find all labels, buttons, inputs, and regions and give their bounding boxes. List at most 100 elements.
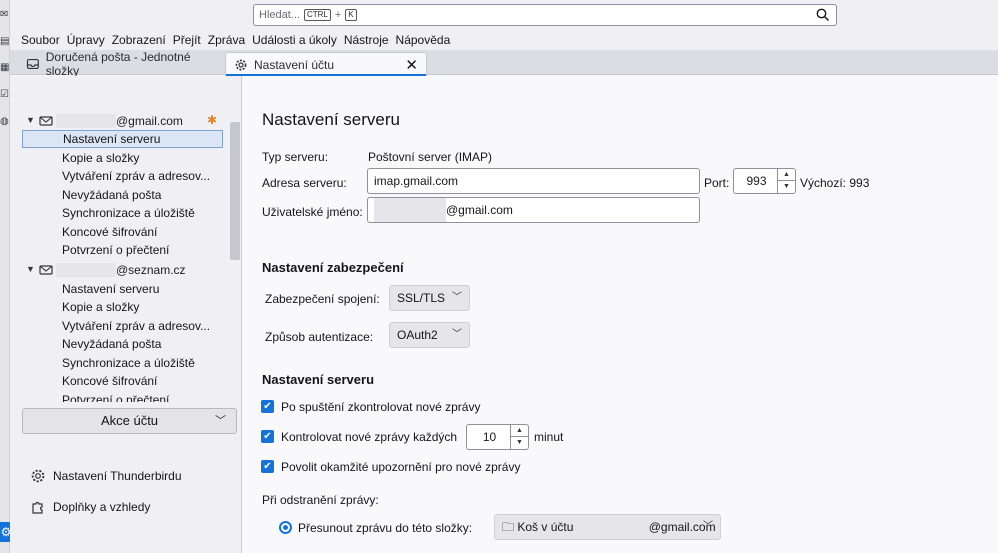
tree-item-composition[interactable]: Vytváření zpráv a adresov... [22, 167, 223, 185]
tree-item-receipts[interactable]: Potvrzení o přečtení [22, 241, 223, 259]
default-port: Výchozí: 993 [800, 176, 870, 190]
global-search-input[interactable]: Hledat... CTRL + K [253, 4, 837, 26]
addons-themes-label: Doplňky a vzhledy [53, 500, 151, 514]
account-name: xxxxxxxxxx@seznam.cz [56, 263, 186, 277]
tree-item-server-settings[interactable]: Nastavení serveru [22, 280, 223, 298]
address-book-icon[interactable]: ▤ [0, 36, 10, 48]
mail-account-icon [39, 116, 53, 126]
tab-inbox[interactable]: Doručená pošta - Jednotné složky [18, 49, 224, 78]
menu-message[interactable]: Zpráva [208, 33, 245, 47]
folder-icon: 🗀 [502, 520, 515, 534]
connection-security-value: SSL/TLS [397, 291, 446, 305]
server-address-input[interactable]: imap.gmail.com [367, 168, 700, 194]
check-on-startup-label[interactable]: Po spuštění zkontrolovat nové zprávy [281, 400, 480, 414]
tree-item-junk[interactable]: Nevyžádaná pošta [22, 335, 223, 353]
account-actions-label: Akce účtu [100, 413, 159, 428]
calendar-icon[interactable]: ▦ [0, 62, 10, 74]
menu-edit[interactable]: Úpravy [67, 33, 105, 47]
unified-toolbar: Hledat... CTRL + K [10, 0, 998, 30]
tree-item-junk[interactable]: Nevyžádaná pošta [22, 186, 223, 204]
idle-checkbox[interactable]: ✔ [261, 460, 274, 473]
close-tab-icon[interactable]: ✕ [405, 56, 418, 74]
username-input[interactable]: xxxxxxxxxxxx@gmail.com [367, 197, 700, 223]
trash-prefix: Koš v účtu [517, 520, 574, 534]
scrollbar-thumb[interactable] [230, 122, 240, 260]
chevron-down-icon: ﹀ [215, 415, 226, 427]
tree-item-composition[interactable]: Vytváření zpráv a adresov... [22, 317, 223, 335]
menu-bar: Soubor Úpravy Zobrazení Přejít Zpráva Ud… [10, 30, 998, 50]
account-seznam[interactable]: ▼ xxxxxxxxxx@seznam.cz [10, 261, 228, 279]
account-tree-pane: ▼ xxxxxxxxxx@gmail.com ✱ Nastavení serve… [10, 76, 242, 553]
addons-themes-link[interactable]: Doplňky a vzhledy [30, 498, 150, 516]
trash-folder-select[interactable]: 🗀 Koš v účtu xxxxxxxxxxxx@gmail.com ﹀ [494, 514, 721, 540]
port-value: 993 [746, 174, 767, 188]
account-name-suffix: @gmail.com [116, 114, 183, 128]
server-type-label: Typ serveru: [262, 150, 329, 164]
server-settings-panel: Nastavení serveru Typ serveru: Poštovní … [243, 76, 998, 553]
menu-file[interactable]: Soubor [21, 33, 60, 47]
tree-item-e2e[interactable]: Koncové šifrování [22, 223, 223, 241]
chevron-down-icon: ﹀ [703, 521, 713, 532]
tree-item-sync[interactable]: Synchronizace a úložiště [22, 204, 223, 222]
tab-inbox-label: Doručená pošta - Jednotné složky [45, 49, 191, 78]
mail-icon[interactable]: ✉ [0, 9, 10, 21]
thunderbird-settings-link[interactable]: Nastavení Thunderbirdu [30, 467, 182, 485]
decrement-icon[interactable]: ▼ [510, 437, 528, 449]
check-interval-stepper[interactable]: 10 ▲ ▼ [466, 424, 529, 450]
menu-go[interactable]: Přejít [173, 33, 201, 47]
menu-events-tasks[interactable]: Události a úkoly [252, 33, 337, 47]
tab-account-settings[interactable]: Nastavení účtu ✕ [225, 52, 427, 76]
tree-scrollbar[interactable] [228, 120, 240, 402]
connection-security-select[interactable]: SSL/TLS ﹀ [389, 285, 470, 311]
tab-bar: Doručená pošta - Jednotné složky Nastave… [10, 49, 998, 78]
tree-item-copies-folders[interactable]: Kopie a složky [22, 298, 223, 316]
auth-method-select[interactable]: OAuth2 ﹀ [389, 322, 470, 348]
move-to-folder-label[interactable]: Přesunout zprávu do této složky: [298, 521, 472, 535]
check-on-startup-checkbox[interactable]: ✔ [261, 400, 274, 413]
collapse-chevron-icon[interactable]: ▼ [26, 264, 35, 274]
collapse-chevron-icon[interactable]: ▼ [26, 115, 35, 125]
on-delete-label: Při odstranění zprávy: [262, 493, 379, 507]
move-to-folder-radio[interactable] [279, 521, 292, 534]
menu-tools[interactable]: Nástroje [344, 33, 389, 47]
check-interval-value: 10 [482, 430, 497, 444]
port-stepper[interactable]: 993 ▲ ▼ [733, 168, 796, 194]
search-icon[interactable] [815, 7, 831, 23]
account-tree: ▼ xxxxxxxxxx@gmail.com ✱ Nastavení serve… [10, 110, 228, 402]
gear-icon [235, 59, 247, 70]
idle-label[interactable]: Povolit okamžité upozornění pro nové zpr… [281, 460, 520, 474]
account-gmail[interactable]: ▼ xxxxxxxxxx@gmail.com ✱ [10, 112, 228, 130]
tree-item-sync[interactable]: Synchronizace a úložiště [22, 354, 223, 372]
increment-icon[interactable]: ▲ [777, 169, 795, 181]
auth-method-label: Způsob autentizace: [265, 330, 374, 344]
account-name-suffix: @seznam.cz [116, 263, 186, 277]
tree-item-server-settings[interactable]: Nastavení serveru [22, 130, 223, 148]
tab-account-settings-label: Nastavení účtu [254, 57, 335, 72]
account-actions-button[interactable]: Akce účtu ﹀ [22, 408, 237, 434]
shortcut-plus: + [334, 9, 342, 21]
tasks-icon[interactable]: ☑ [0, 89, 10, 101]
spaces-toolbar: ✉ ▤ ▦ ☑ ◍ ⚙ [0, 0, 12, 553]
server-type-value: Poštovní server (IMAP) [368, 150, 493, 164]
increment-icon[interactable]: ▲ [510, 425, 528, 437]
chat-icon[interactable]: ◍ [0, 116, 10, 128]
connection-security-label: Zabezpečení spojení: [265, 292, 380, 306]
menu-help[interactable]: Nápověda [396, 33, 451, 47]
account-name: xxxxxxxxxx@gmail.com [56, 114, 183, 128]
menu-view[interactable]: Zobrazení [112, 33, 166, 47]
tree-item-receipts[interactable]: Potvrzení o přečtení [22, 391, 223, 402]
tree-item-copies-folders[interactable]: Kopie a složky [22, 149, 223, 167]
gear-icon [31, 469, 45, 483]
username-label: Uživatelské jméno: [262, 205, 363, 219]
tree-item-e2e[interactable]: Koncové šifrování [22, 372, 223, 390]
shortcut-key-k: K [345, 9, 357, 21]
check-every-label[interactable]: Kontrolovat nové zprávy každých [281, 430, 457, 444]
thunderbird-settings-label: Nastavení Thunderbirdu [53, 469, 182, 483]
decrement-icon[interactable]: ▼ [777, 181, 795, 193]
mail-account-icon [39, 265, 53, 275]
shortcut-key-ctrl: CTRL [303, 9, 331, 21]
server-address-label: Adresa serveru: [262, 176, 347, 190]
server-heading: Nastavení serveru [262, 372, 375, 387]
check-every-checkbox[interactable]: ✔ [261, 430, 274, 443]
minutes-label: minut [534, 430, 564, 444]
